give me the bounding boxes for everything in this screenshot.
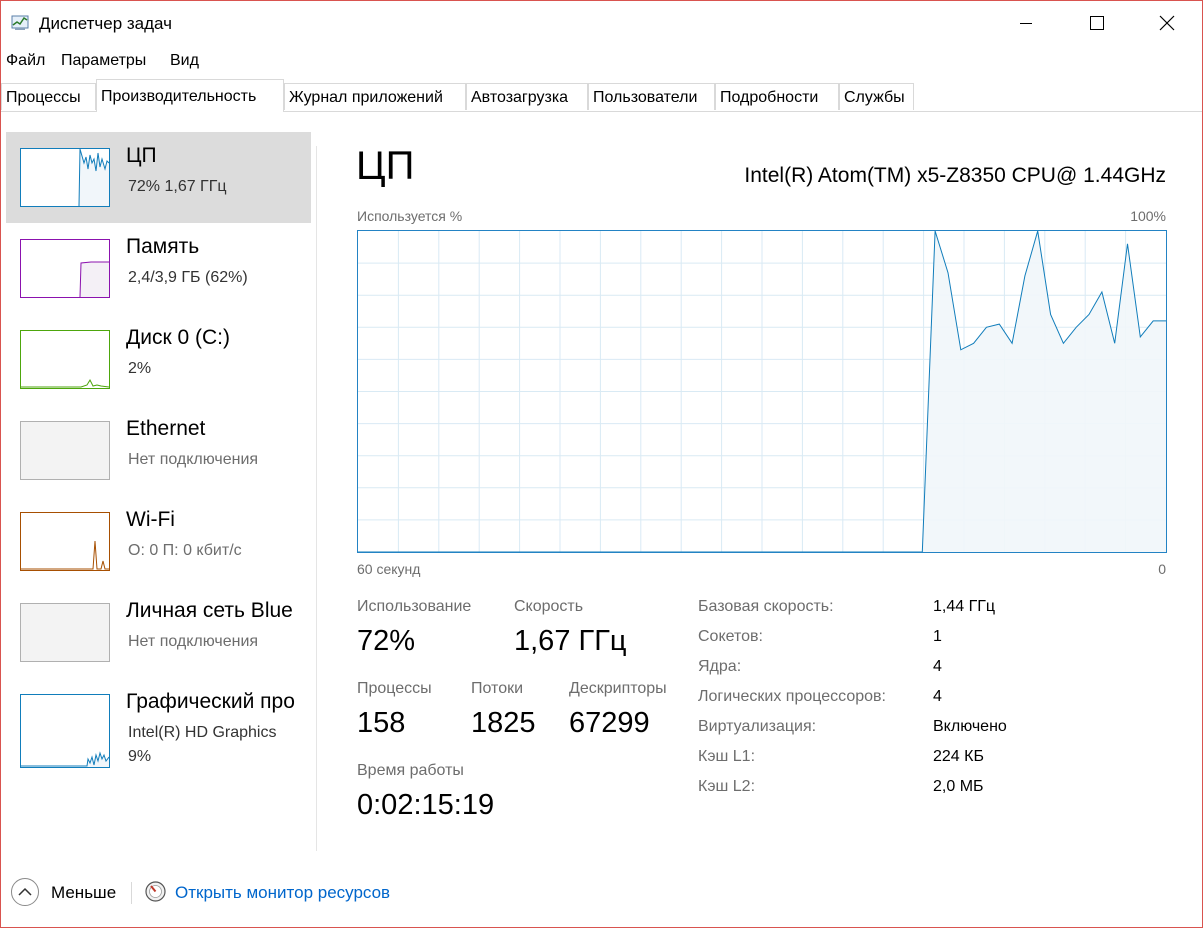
sidebar-disk-title: Диск 0 (C:) bbox=[126, 326, 230, 349]
tab-services[interactable]: Службы bbox=[839, 83, 914, 110]
tab-processes[interactable]: Процессы bbox=[1, 83, 96, 110]
tab-bar: Процессы Производительность Журнал прило… bbox=[1, 79, 1202, 112]
processes-label: Процессы bbox=[357, 680, 432, 697]
info-label-l2: Кэш L2: bbox=[698, 778, 756, 795]
gpu-thumbnail-graph bbox=[20, 694, 110, 768]
menu-view[interactable]: Вид bbox=[170, 52, 199, 70]
maximize-icon bbox=[1090, 16, 1104, 30]
footer-separator bbox=[131, 882, 132, 904]
handles-label: Дескрипторы bbox=[569, 680, 667, 697]
info-value-virtualization: Включено bbox=[933, 718, 1007, 735]
graph-time-label: 60 секунд bbox=[357, 561, 421, 577]
ethernet-thumbnail-graph bbox=[20, 421, 110, 480]
title-bar: Диспетчер задач bbox=[1, 1, 1202, 45]
open-resource-monitor-link[interactable]: Открыть монитор ресурсов bbox=[175, 883, 390, 903]
sidebar-item-cpu[interactable]: ЦП 72% 1,67 ГГц bbox=[6, 132, 311, 223]
handles-value: 67299 bbox=[569, 707, 650, 739]
cpu-usage-chart bbox=[358, 230, 1166, 553]
info-label-logical: Логических процессоров: bbox=[698, 688, 886, 705]
sidebar-memory-title: Память bbox=[126, 235, 200, 258]
tab-startup[interactable]: Автозагрузка bbox=[466, 83, 588, 110]
sidebar-gpu-sub: Intel(R) HD Graphics bbox=[128, 724, 277, 741]
graph-y-min: 0 bbox=[1158, 561, 1166, 577]
usage-value: 72% bbox=[357, 625, 416, 657]
sidebar-bluetooth-sub: Нет подключения bbox=[128, 633, 259, 650]
chevron-up-icon bbox=[18, 887, 32, 896]
minimize-icon bbox=[1020, 23, 1032, 24]
sidebar-disk-sub: 2% bbox=[128, 360, 152, 377]
uptime-value: 0:02:15:19 bbox=[357, 789, 495, 821]
info-value-cores: 4 bbox=[933, 658, 942, 675]
sidebar-wifi-title: Wi-Fi bbox=[126, 508, 175, 531]
minimize-button[interactable] bbox=[991, 1, 1061, 45]
usage-label: Использование bbox=[357, 598, 472, 615]
close-button[interactable] bbox=[1132, 1, 1202, 45]
sidebar-item-disk[interactable]: Диск 0 (C:) 2% bbox=[6, 314, 311, 405]
menu-file[interactable]: Файл bbox=[6, 52, 45, 70]
sidebar-wifi-sub: О: 0 П: 0 кбит/с bbox=[128, 542, 242, 559]
graph-y-max: 100% bbox=[1130, 208, 1166, 224]
threads-value: 1825 bbox=[471, 707, 536, 739]
sidebar-gpu-title: Графический про bbox=[126, 690, 295, 713]
tab-users[interactable]: Пользователи bbox=[588, 83, 715, 110]
tab-performance[interactable]: Производительность bbox=[96, 79, 284, 112]
disk-thumbnail-graph bbox=[20, 330, 110, 389]
sidebar-item-wifi[interactable]: Wi-Fi О: 0 П: 0 кбит/с bbox=[6, 496, 311, 587]
cpu-usage-graph bbox=[357, 230, 1167, 553]
tab-app-history[interactable]: Журнал приложений bbox=[284, 83, 466, 110]
page-title: ЦП bbox=[356, 144, 415, 188]
info-value-base-speed: 1,44 ГГц bbox=[933, 598, 996, 615]
uptime-label: Время работы bbox=[357, 762, 464, 779]
sidebar-item-gpu[interactable]: Графический про Intel(R) HD Graphics 9% bbox=[6, 678, 311, 778]
sidebar-cpu-title: ЦП bbox=[126, 144, 157, 167]
fewer-details-label[interactable]: Меньше bbox=[51, 883, 116, 903]
fewer-details-button[interactable] bbox=[11, 878, 39, 906]
bluetooth-thumbnail-graph bbox=[20, 603, 110, 662]
info-value-logical: 4 bbox=[933, 688, 942, 705]
info-label-cores: Ядра: bbox=[698, 658, 742, 675]
wifi-thumbnail-graph bbox=[20, 512, 110, 571]
info-value-sockets: 1 bbox=[933, 628, 942, 645]
info-label-virtualization: Виртуализация: bbox=[698, 718, 817, 735]
speed-label: Скорость bbox=[514, 598, 584, 615]
sidebar-bluetooth-title: Личная сеть Blue bbox=[126, 599, 293, 622]
threads-label: Потоки bbox=[471, 680, 524, 697]
sidebar-cpu-sub: 72% 1,67 ГГц bbox=[128, 178, 227, 195]
sidebar-divider bbox=[316, 146, 317, 851]
maximize-button[interactable] bbox=[1062, 1, 1132, 45]
window-title: Диспетчер задач bbox=[39, 14, 172, 33]
menu-options[interactable]: Параметры bbox=[61, 52, 146, 70]
resource-sidebar: ЦП 72% 1,67 ГГц Память 2,4/3,9 ГБ (62%) … bbox=[1, 129, 317, 851]
cpu-thumbnail-graph bbox=[20, 148, 110, 207]
graph-y-label: Используется % bbox=[357, 208, 463, 224]
processes-value: 158 bbox=[357, 707, 406, 739]
resource-monitor-icon bbox=[145, 881, 166, 902]
sidebar-memory-sub: 2,4/3,9 ГБ (62%) bbox=[128, 269, 248, 286]
info-label-base-speed: Базовая скорость: bbox=[698, 598, 834, 615]
close-icon bbox=[1159, 15, 1175, 31]
memory-thumbnail-graph bbox=[20, 239, 110, 298]
info-label-l1: Кэш L1: bbox=[698, 748, 756, 765]
sidebar-item-ethernet[interactable]: Ethernet Нет подключения bbox=[6, 405, 311, 496]
sidebar-ethernet-title: Ethernet bbox=[126, 417, 206, 440]
tab-details[interactable]: Подробности bbox=[715, 83, 839, 110]
info-value-l1: 224 КБ bbox=[933, 748, 984, 765]
sidebar-item-memory[interactable]: Память 2,4/3,9 ГБ (62%) bbox=[6, 223, 311, 314]
sidebar-item-bluetooth[interactable]: Личная сеть Blue Нет подключения bbox=[6, 587, 311, 678]
task-manager-icon bbox=[11, 15, 29, 30]
task-manager-window: Диспетчер задач Файл Параметры Вид Проце… bbox=[0, 0, 1203, 928]
sidebar-ethernet-sub: Нет подключения bbox=[128, 451, 259, 468]
info-value-l2: 2,0 МБ bbox=[933, 778, 984, 795]
sidebar-gpu-sub2: 9% bbox=[128, 748, 152, 765]
speed-value: 1,67 ГГц bbox=[514, 625, 627, 657]
cpu-model-name: Intel(R) Atom(TM) x5-Z8350 CPU@ 1.44GHz bbox=[744, 164, 1166, 187]
info-label-sockets: Сокетов: bbox=[698, 628, 763, 645]
